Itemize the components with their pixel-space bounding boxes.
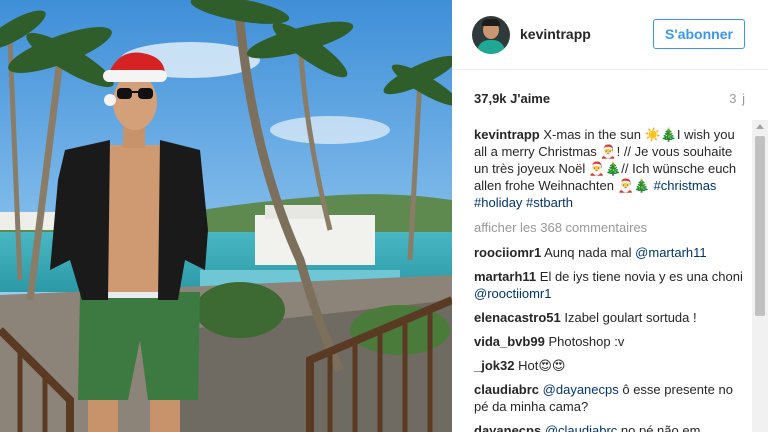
comment-text: Photoshop :v (548, 334, 625, 349)
caption-username[interactable]: kevintrapp (474, 127, 540, 142)
post-username[interactable]: kevintrapp (520, 26, 591, 42)
comment-username[interactable]: claudiabrc (474, 382, 539, 397)
comment-text: Izabel goulart sortuda ! (564, 310, 697, 325)
comment-mention[interactable]: @claudiabrc (545, 423, 617, 432)
scrollbar[interactable] (752, 120, 768, 432)
comment-text: El de iys tiene novia y es una choni (539, 269, 743, 284)
comment-list: kevintrapp X-mas in the sun ☀️🎄I wish yo… (474, 126, 746, 432)
post-photo[interactable] (0, 0, 452, 432)
comment-username[interactable]: vida_bvb99 (474, 334, 545, 349)
scroll-thumb[interactable] (755, 136, 765, 316)
load-more-comments[interactable]: afficher les 368 commentaires (474, 219, 746, 236)
comment-item: martarh11 El de iys tiene novia y es una… (474, 268, 746, 302)
comment-username[interactable]: _jok32 (474, 358, 514, 373)
follow-button[interactable]: S'abonner (653, 19, 745, 49)
comment-item: vida_bvb99 Photoshop :v (474, 333, 746, 350)
beach-photo-image (0, 0, 452, 432)
comment-username[interactable]: martarh11 (474, 269, 536, 284)
comment-text: no pé não em (617, 423, 701, 432)
comment-text: Aunq nada mal (544, 245, 636, 260)
avatar[interactable] (472, 16, 510, 54)
comment-item: claudiabrc @dayanecps ô esse presente no… (474, 381, 746, 415)
comment-text: Hot😍😍 (518, 358, 566, 373)
comment-item: elenacastro51 Izabel goulart sortuda ! (474, 309, 746, 326)
comment-item: dayanecps @claudiabrc no pé não em (474, 422, 746, 432)
scroll-up-arrow-icon[interactable] (756, 124, 764, 129)
post-details-panel: kevintrapp S'abonner 37,9k J'aime 3 j ke… (452, 0, 768, 432)
comment-mention[interactable]: @martarh11 (635, 245, 706, 260)
comment-item: roociiomr1 Aunq nada mal @martarh11 (474, 244, 746, 261)
comment-username[interactable]: roociiomr1 (474, 245, 541, 260)
post-caption: kevintrapp X-mas in the sun ☀️🎄I wish yo… (474, 126, 746, 211)
post-header: kevintrapp S'abonner (452, 0, 768, 70)
comment-mention[interactable]: @dayanecps (543, 382, 619, 397)
comment-username[interactable]: elenacastro51 (474, 310, 561, 325)
post-time[interactable]: 3 j (729, 91, 746, 106)
comment-item: _jok32 Hot😍😍 (474, 357, 746, 374)
likes-count[interactable]: 37,9k J'aime (474, 91, 550, 106)
comment-username[interactable]: dayanecps (474, 423, 541, 432)
comment-mention[interactable]: @rooctiiomr1 (474, 286, 552, 301)
